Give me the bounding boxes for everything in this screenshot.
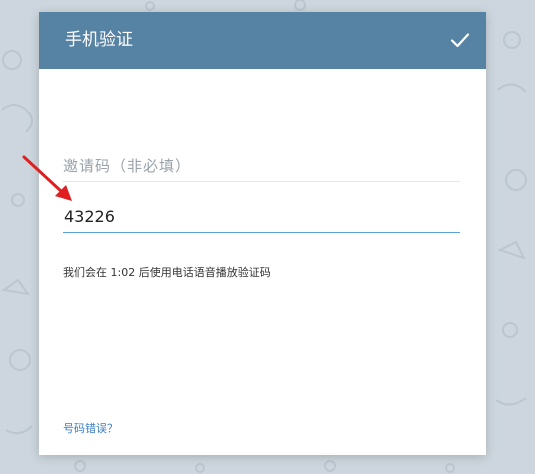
voice-call-hint: 我们会在 1:02 后使用电话语音播放验证码 (63, 266, 271, 279)
dialog-header: 手机验证 (39, 12, 486, 69)
check-icon (450, 33, 470, 48)
invite-code-input[interactable]: 邀请码（非必填） (63, 152, 460, 182)
verification-code-input[interactable]: 43226 (63, 203, 460, 233)
phone-verification-dialog: 手机验证 邀请码（非必填） 43226 我们会在 1:02 后使用电话语音播放验… (39, 12, 486, 455)
confirm-check-button[interactable] (448, 28, 472, 52)
invite-code-placeholder: 邀请码（非必填） (63, 157, 192, 175)
verification-code-value: 43226 (64, 207, 115, 226)
wrong-number-link[interactable]: 号码错误？ (63, 420, 118, 436)
dialog-title: 手机验证 (65, 30, 133, 50)
